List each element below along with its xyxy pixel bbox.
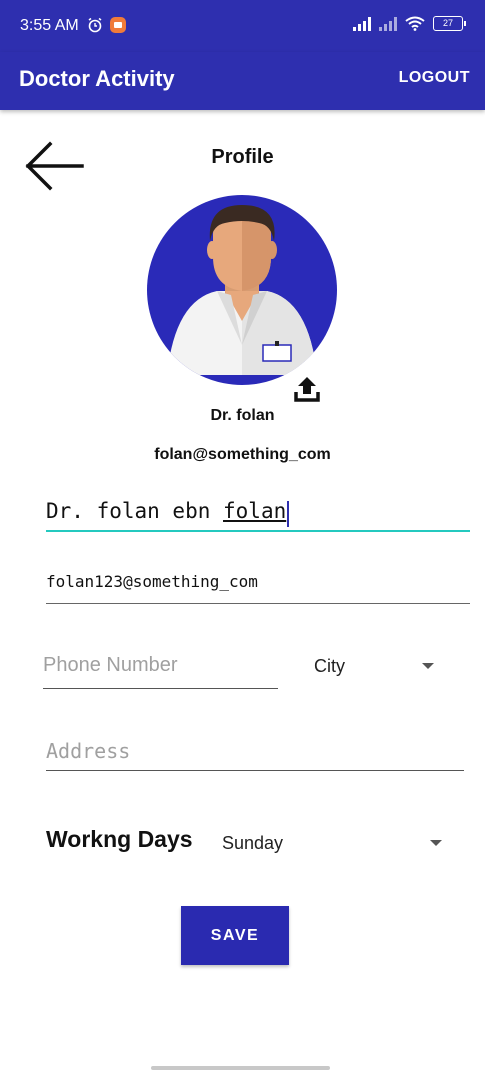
signal-icon <box>353 16 371 31</box>
app-bar: Doctor Activity LOGOUT <box>0 52 485 110</box>
battery-icon: 27 <box>433 16 466 31</box>
address-placeholder: Address <box>46 739 131 763</box>
save-button[interactable]: SAVE <box>181 906 289 965</box>
phone-input[interactable]: Phone Number <box>43 648 278 689</box>
text-cursor <box>287 500 290 527</box>
upload-icon[interactable] <box>290 372 324 406</box>
status-time: 3:55 AM <box>20 17 79 34</box>
working-days-label: Workng Days <box>46 826 193 852</box>
alarm-icon <box>88 17 102 33</box>
name-value-composing: folan <box>223 499 287 523</box>
city-selected: City <box>314 656 345 676</box>
profile-email: folan@something_com <box>154 446 331 463</box>
logout-button[interactable]: LOGOUT <box>399 69 470 87</box>
name-input[interactable]: Dr. folan ebn folan <box>46 494 470 532</box>
chevron-down-icon <box>422 663 434 669</box>
app-title: Doctor Activity <box>19 66 175 91</box>
status-bar: 3:55 AM 27 <box>0 0 485 52</box>
avatar[interactable] <box>147 195 337 385</box>
city-dropdown[interactable]: City <box>314 650 444 682</box>
address-input[interactable]: Address <box>46 734 464 771</box>
name-value: Dr. folan ebn <box>46 499 224 523</box>
signal-icon <box>379 16 397 31</box>
screen-record-icon <box>110 17 126 33</box>
working-day-dropdown[interactable]: Sunday <box>222 826 447 860</box>
wifi-icon <box>405 16 425 31</box>
home-indicator[interactable] <box>151 1066 330 1070</box>
working-day-selected: Sunday <box>222 833 284 853</box>
page-title: Profile <box>211 146 274 168</box>
status-icons: 27 <box>353 16 466 31</box>
phone-placeholder: Phone Number <box>43 654 178 676</box>
doctor-avatar-icon <box>167 205 317 375</box>
chevron-down-icon <box>430 840 442 846</box>
email-input[interactable]: folan123@something_com <box>46 566 470 604</box>
profile-name: Dr. folan <box>210 407 275 424</box>
email-value: folan123@something_com <box>46 572 258 591</box>
